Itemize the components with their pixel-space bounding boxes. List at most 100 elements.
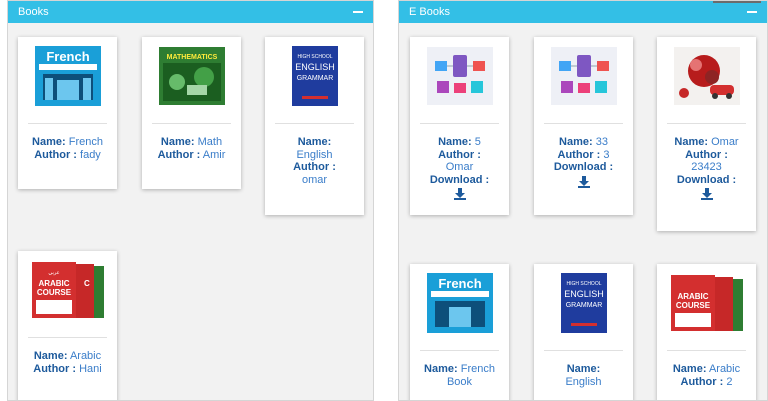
svg-text:COURSE: COURSE	[36, 288, 71, 297]
book-author: Hani	[79, 362, 102, 375]
ebook-info: Name: French Book	[416, 363, 503, 388]
ebook-name: 5	[474, 136, 481, 148]
author-label: Author :	[157, 148, 201, 161]
ebook-info: Name: Arabic Author : 2	[663, 363, 750, 388]
window-edge-bar	[713, 1, 761, 3]
ebook-cover-english: HIGH SCHOOL ENGLISH GRAMMAR	[540, 272, 627, 334]
book-card[interactable]: عربي ARABIC COURSE C Name: Arabic Author…	[18, 251, 117, 400]
ebook-name: 33	[595, 136, 608, 148]
svg-text:ENGLISH: ENGLISH	[564, 289, 604, 299]
author-label: Author :	[685, 148, 728, 161]
ebook-card[interactable]: Name: 33 Author : 3 Download :	[534, 37, 633, 215]
card-divider	[420, 123, 499, 124]
collapse-icon[interactable]	[353, 11, 363, 13]
author-label: Author :	[680, 375, 724, 388]
book-info: Name: Math Author : Amir	[148, 136, 235, 161]
name-label: Name:	[424, 363, 458, 375]
card-divider	[152, 123, 231, 124]
name-label: Name:	[33, 350, 68, 362]
name-label: Name:	[160, 136, 195, 148]
ebook-cover-french: French	[416, 272, 503, 334]
card-divider	[544, 123, 623, 124]
card-divider	[28, 123, 107, 124]
ebook-author: 3	[603, 148, 610, 161]
book-name: Arabic	[69, 350, 102, 362]
ebook-card[interactable]: HIGH SCHOOL ENGLISH GRAMMAR Name: English	[534, 264, 633, 400]
ebook-name: English	[565, 375, 602, 388]
svg-text:MATHEMATICS: MATHEMATICS	[166, 54, 217, 61]
book-name: French	[68, 136, 103, 148]
ebook-card[interactable]: Name: Omar Author :23423 Download :	[657, 37, 756, 231]
book-info: Name: Arabic Author : Hani	[24, 350, 111, 375]
download-icon[interactable]	[700, 188, 713, 204]
collapse-icon[interactable]	[747, 11, 757, 13]
svg-text:ARABIC: ARABIC	[677, 292, 708, 301]
book-author: omar	[301, 173, 328, 186]
book-cover-english: HIGH SCHOOL ENGLISH GRAMMAR	[271, 45, 358, 107]
book-info: Name: French Author : fady	[24, 136, 111, 161]
author-label: Author :	[293, 161, 336, 173]
svg-text:HIGH SCHOOL: HIGH SCHOOL	[566, 281, 601, 287]
book-cover-math: MATHEMATICS	[148, 45, 235, 107]
name-label: Name:	[32, 136, 66, 148]
ebook-author: 2	[726, 375, 733, 388]
card-divider	[275, 123, 354, 124]
books-panel: Books French Name: French Author : fady	[7, 0, 374, 401]
book-cover-french: French	[24, 45, 111, 107]
name-label: Name:	[674, 136, 709, 148]
card-divider	[667, 123, 746, 124]
download-icon[interactable]	[453, 188, 466, 204]
book-card[interactable]: MATHEMATICS Name: Math Author : Amir	[142, 37, 241, 189]
author-label: Author :	[34, 148, 77, 161]
card-divider	[28, 337, 107, 338]
ebooks-panel-header: E Books	[399, 1, 767, 23]
ebook-cover-car-gift	[663, 45, 750, 107]
svg-text:COURSE: COURSE	[675, 301, 710, 310]
ebook-author: Omar	[445, 161, 474, 173]
name-label: Name:	[672, 363, 707, 375]
card-divider	[544, 350, 623, 351]
svg-text:GRAMMAR: GRAMMAR	[296, 75, 333, 82]
book-name: English	[296, 148, 333, 161]
download-label: Download :	[553, 161, 614, 173]
ebook-cover-network	[540, 45, 627, 107]
ebook-name: Omar	[711, 136, 739, 148]
author-label: Author :	[557, 148, 601, 161]
books-panel-header: Books	[8, 1, 373, 23]
ebooks-panel-title: E Books	[409, 6, 450, 18]
ebook-author: 23423	[691, 161, 722, 173]
books-panel-title: Books	[18, 6, 49, 18]
svg-text:عربي: عربي	[48, 270, 59, 276]
book-card[interactable]: French Name: French Author : fady	[18, 37, 117, 189]
ebook-card[interactable]: ARABIC COURSE Name: Arabic Author : 2	[657, 264, 756, 400]
author-label: Author :	[33, 362, 77, 375]
svg-text:HIGH SCHOOL: HIGH SCHOOL	[297, 54, 332, 60]
svg-text:French: French	[438, 276, 481, 291]
ebook-name: Arabic	[708, 363, 741, 375]
name-label: Name:	[297, 136, 332, 148]
ebook-cover-network	[416, 45, 503, 107]
svg-text:ENGLISH: ENGLISH	[295, 62, 335, 72]
ebook-cover-arabic: ARABIC COURSE	[663, 272, 750, 334]
name-label: Name:	[566, 363, 601, 375]
ebook-card[interactable]: French Name: French Book	[410, 264, 509, 400]
download-label: Download :	[429, 173, 490, 186]
book-card[interactable]: HIGH SCHOOL ENGLISH GRAMMAR Name: English…	[265, 37, 364, 215]
book-name: Math	[197, 136, 223, 148]
svg-text:French: French	[46, 49, 89, 64]
name-label: Name:	[559, 136, 593, 148]
book-author: fady	[80, 148, 101, 161]
download-icon[interactable]	[577, 175, 590, 192]
ebook-info: Name: Omar Author :23423 Download :	[663, 136, 750, 204]
svg-text:C: C	[84, 279, 90, 288]
ebook-info: Name: 33 Author : 3 Download :	[540, 136, 627, 191]
ebook-info: Name: English	[540, 363, 627, 388]
book-cover-arabic: عربي ARABIC COURSE C	[24, 259, 111, 321]
ebook-info: Name: 5 Author : Omar Download :	[416, 136, 503, 204]
svg-text:ARABIC: ARABIC	[38, 279, 69, 288]
card-divider	[420, 350, 499, 351]
ebooks-panel: E Books Name: 5 Author :Omar Download :	[398, 0, 768, 401]
book-info: Name: English Author : omar	[271, 136, 358, 186]
book-author: Amir	[202, 148, 226, 161]
ebook-card[interactable]: Name: 5 Author : Omar Download :	[410, 37, 509, 215]
